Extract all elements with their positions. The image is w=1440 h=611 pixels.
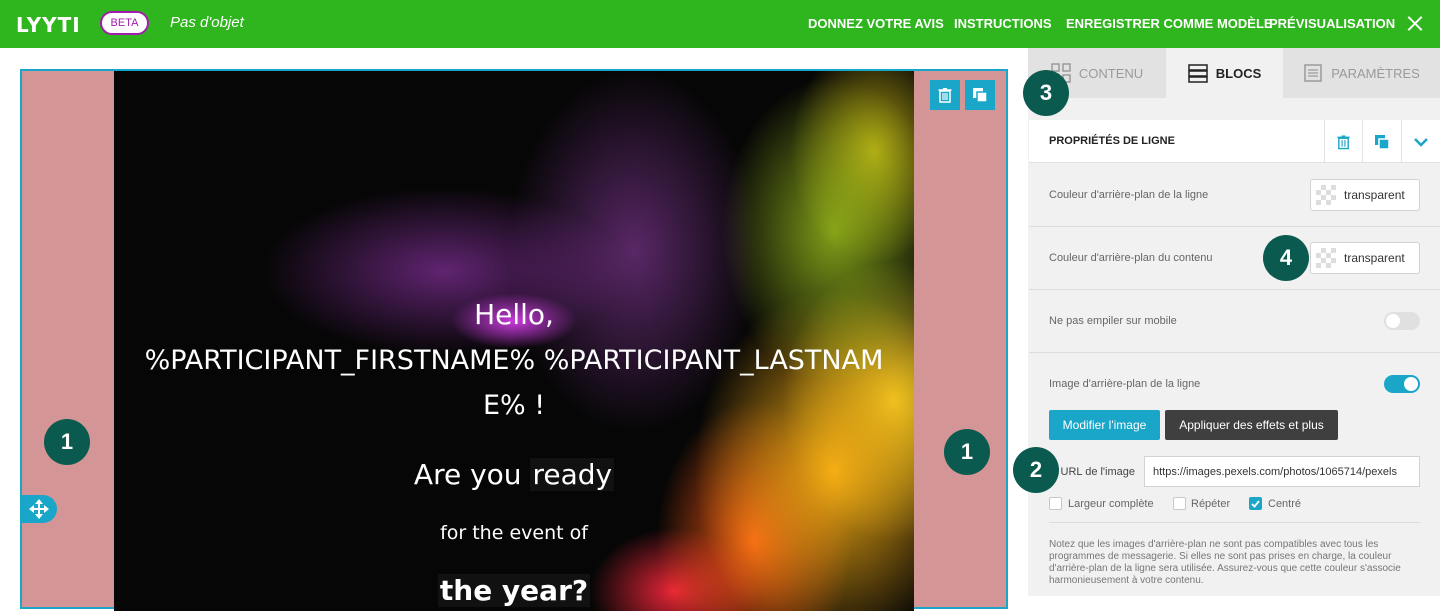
- delete-row-button[interactable]: [930, 80, 960, 110]
- transparent-swatch-icon: [1316, 185, 1336, 205]
- toggle-knob: [1386, 314, 1400, 328]
- move-icon: [28, 499, 49, 519]
- tab-contenu-label: CONTENU: [1078, 65, 1144, 81]
- email-subject[interactable]: Pas d'objet: [170, 14, 244, 31]
- step-badge-1-right: 1: [944, 429, 990, 475]
- divider: [1049, 522, 1420, 523]
- hero-ready-prefix: Are you: [413, 458, 531, 491]
- hero-event-line: for the event of: [440, 522, 588, 544]
- hero-participant-name: %PARTICIPANT_FIRSTNAME% %PARTICIPANT_LAS…: [144, 345, 884, 376]
- row-properties-title: PROPRIÉTÉS DE LIGNE: [1049, 135, 1175, 147]
- content-bg-color-value: transparent: [1344, 251, 1405, 265]
- tab-parametres-label: PARAMÈTRES: [1331, 65, 1420, 81]
- settings-doc-icon: [1304, 64, 1322, 82]
- step-badge-3: 3: [1023, 70, 1069, 116]
- hero-year-line: the year?: [114, 574, 914, 607]
- checkmark-icon: [1251, 500, 1260, 508]
- row-bg-color-label: Couleur d'arrière-plan de la ligne: [1049, 189, 1209, 201]
- full-width-checkbox[interactable]: [1049, 497, 1062, 510]
- trash-icon: [938, 88, 952, 103]
- step-badge-4: 4: [1263, 235, 1309, 281]
- row-bg-color-picker[interactable]: transparent: [1310, 179, 1420, 211]
- transparent-swatch-icon: [1316, 248, 1336, 268]
- nav-preview[interactable]: PRÉVISUALISATION: [1269, 16, 1395, 31]
- top-bar: LYYTI BETA Pas d'objet DONNEZ VOTRE AVIS…: [0, 0, 1440, 48]
- duplicate-icon: [1375, 134, 1390, 150]
- step-badge-1-left: 1: [44, 419, 90, 465]
- no-stack-toggle[interactable]: [1384, 312, 1420, 330]
- chevron-down-icon: [1414, 137, 1428, 147]
- step-badge-2: 2: [1013, 447, 1059, 493]
- hero-year-highlight: the year?: [437, 574, 591, 607]
- hero-ready-highlight: ready: [530, 458, 615, 491]
- hero-name-end: E% !: [482, 390, 546, 421]
- content-bg-color-picker[interactable]: transparent: [1310, 242, 1420, 274]
- content-bg-color-label: Couleur d'arrière-plan du contenu: [1049, 252, 1213, 264]
- bg-image-note: Notez que les images d'arrière-plan ne s…: [1049, 539, 1401, 586]
- nav-feedback[interactable]: DONNEZ VOTRE AVIS: [808, 16, 944, 31]
- bg-image-toggle[interactable]: [1384, 375, 1420, 393]
- duplicate-row-button[interactable]: [965, 80, 995, 110]
- trash-icon: [1336, 134, 1350, 149]
- nav-instructions[interactable]: INSTRUCTIONS: [954, 16, 1052, 31]
- edit-image-button[interactable]: Modifier l'image: [1049, 410, 1160, 440]
- duplicate-properties-button[interactable]: [1363, 120, 1401, 163]
- centered-checkbox[interactable]: [1249, 497, 1262, 510]
- tab-blocs[interactable]: BLOCS: [1166, 48, 1283, 98]
- repeat-checkbox[interactable]: [1173, 497, 1186, 510]
- row-bg-color-value: transparent: [1344, 188, 1405, 202]
- bg-image-label: Image d'arrière-plan de la ligne: [1049, 378, 1201, 390]
- duplicate-icon: [973, 88, 988, 103]
- repeat-label: Répéter: [1191, 498, 1231, 510]
- no-stack-label: Ne pas empiler sur mobile: [1049, 315, 1177, 327]
- toggle-knob: [1404, 377, 1418, 391]
- full-width-label: Largeur complète: [1068, 498, 1154, 510]
- close-icon[interactable]: [1405, 12, 1425, 34]
- move-row-handle[interactable]: [20, 495, 57, 523]
- row-properties-header: PROPRIÉTÉS DE LIGNE: [1029, 120, 1440, 163]
- hero-ready-line: Are you ready: [114, 458, 914, 491]
- lyyti-logo: LYYTI: [16, 13, 81, 37]
- tab-blocs-label: BLOCS: [1215, 65, 1262, 81]
- blocks-icon: [1188, 64, 1208, 83]
- collapse-button[interactable]: [1402, 120, 1440, 163]
- beta-badge: BETA: [100, 11, 149, 35]
- centered-label: Centré: [1268, 498, 1302, 510]
- hero-greeting: Hello,: [474, 298, 554, 331]
- tab-parametres[interactable]: PARAMÈTRES: [1283, 48, 1440, 98]
- nav-save-template[interactable]: ENREGISTRER COMME MODÈLE: [1066, 16, 1273, 31]
- image-url-input[interactable]: https://images.pexels.com/photos/1065714…: [1144, 456, 1420, 487]
- delete-properties-button[interactable]: [1325, 120, 1361, 163]
- apply-effects-button[interactable]: Appliquer des effets et plus: [1165, 410, 1338, 440]
